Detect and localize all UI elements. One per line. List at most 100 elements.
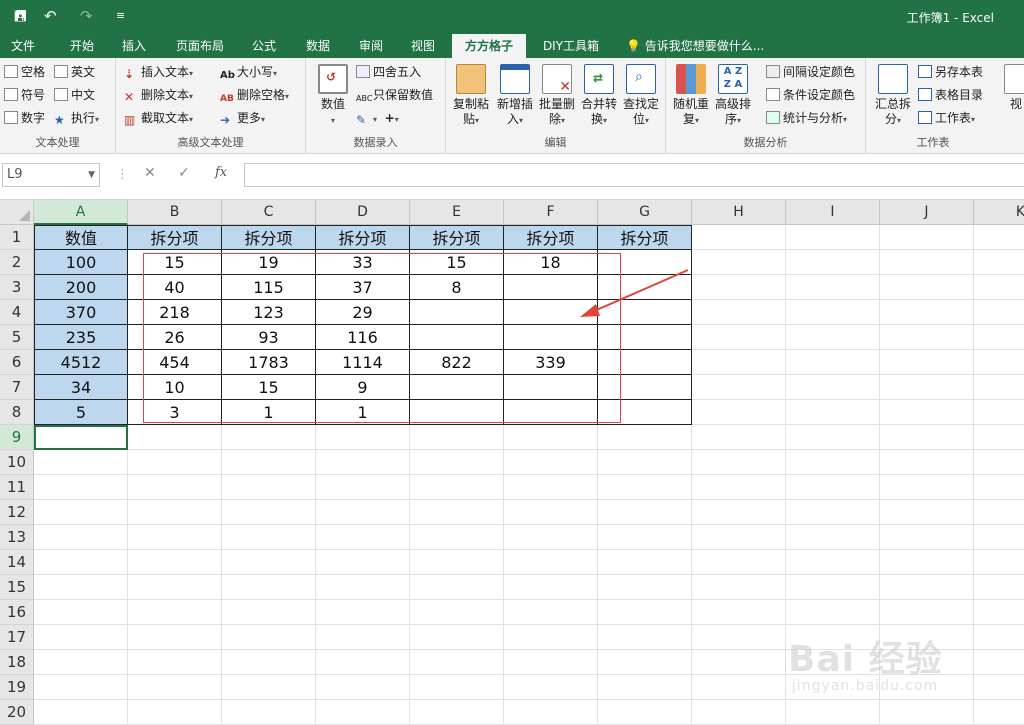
row-header-11[interactable]: 11 [0, 475, 34, 500]
cell-f7[interactable] [504, 375, 598, 400]
cell-k1[interactable] [974, 225, 1024, 250]
cell-d2[interactable]: 33 [316, 250, 410, 275]
cell-e12[interactable] [410, 500, 504, 525]
cell-i8[interactable] [786, 400, 880, 425]
sheet-index-button[interactable]: 表格目录 [918, 85, 983, 105]
cell-g20[interactable] [598, 700, 692, 725]
cell-e13[interactable] [410, 525, 504, 550]
column-header-k[interactable]: K [974, 200, 1024, 225]
cell-d7[interactable]: 9 [316, 375, 410, 400]
tab-view[interactable]: 视图 [401, 34, 445, 58]
cell-g13[interactable] [598, 525, 692, 550]
save-icon[interactable]: 🖪 [14, 6, 27, 26]
cell-f9[interactable] [504, 425, 598, 450]
interval-color-button[interactable]: 间隔设定颜色 [766, 62, 855, 82]
tell-me-box[interactable]: 💡 告诉我您想要做什么... [626, 34, 764, 58]
cancel-icon[interactable]: ✕ [144, 165, 156, 181]
cell-h16[interactable] [692, 600, 786, 625]
cell-a12[interactable] [34, 500, 128, 525]
column-header-j[interactable]: J [880, 200, 974, 225]
cell-h2[interactable] [692, 250, 786, 275]
cell-f13[interactable] [504, 525, 598, 550]
row-header-18[interactable]: 18 [0, 650, 34, 675]
row-header-15[interactable]: 15 [0, 575, 34, 600]
cell-e16[interactable] [410, 600, 504, 625]
cell-e7[interactable] [410, 375, 504, 400]
cell-f15[interactable] [504, 575, 598, 600]
cell-b12[interactable] [128, 500, 222, 525]
cell-b15[interactable] [128, 575, 222, 600]
cell-e5[interactable] [410, 325, 504, 350]
cell-j6[interactable] [880, 350, 974, 375]
cell-b19[interactable] [128, 675, 222, 700]
cell-i15[interactable] [786, 575, 880, 600]
cell-a15[interactable] [34, 575, 128, 600]
cell-b4[interactable]: 218 [128, 300, 222, 325]
column-header-a[interactable]: A [34, 200, 128, 225]
row-header-7[interactable]: 7 [0, 375, 34, 400]
cell-b20[interactable] [128, 700, 222, 725]
cell-f17[interactable] [504, 625, 598, 650]
cell-e8[interactable] [410, 400, 504, 425]
cell-d10[interactable] [316, 450, 410, 475]
cell-j9[interactable] [880, 425, 974, 450]
row-header-16[interactable]: 16 [0, 600, 34, 625]
column-header-i[interactable]: I [786, 200, 880, 225]
cell-f20[interactable] [504, 700, 598, 725]
cell-j12[interactable] [880, 500, 974, 525]
cell-f12[interactable] [504, 500, 598, 525]
cell-a4[interactable]: 370 [34, 300, 128, 325]
case-button[interactable]: Ab 大小写▾ [220, 62, 277, 82]
cell-b7[interactable]: 10 [128, 375, 222, 400]
cell-k11[interactable] [974, 475, 1024, 500]
cell-f5[interactable] [504, 325, 598, 350]
name-box[interactable]: L9 ▼ [2, 163, 100, 187]
enter-icon[interactable]: ✓ [178, 165, 190, 181]
entry-more-button[interactable]: ✎ ▾ +▾ [356, 108, 399, 128]
cell-b16[interactable] [128, 600, 222, 625]
column-header-g[interactable]: G [598, 200, 692, 225]
cell-f8[interactable] [504, 400, 598, 425]
cell-h17[interactable] [692, 625, 786, 650]
cell-b10[interactable] [128, 450, 222, 475]
row-header-1[interactable]: 1 [0, 225, 34, 250]
cell-g1[interactable]: 拆分项 [598, 225, 692, 250]
cell-a1[interactable]: 数值 [34, 225, 128, 250]
cell-i14[interactable] [786, 550, 880, 575]
row-header-8[interactable]: 8 [0, 400, 34, 425]
column-header-h[interactable]: H [692, 200, 786, 225]
cell-a10[interactable] [34, 450, 128, 475]
cell-k5[interactable] [974, 325, 1024, 350]
checkbox-chinese[interactable]: 中文 [54, 85, 95, 105]
cell-e11[interactable] [410, 475, 504, 500]
cell-d8[interactable]: 1 [316, 400, 410, 425]
cell-c10[interactable] [222, 450, 316, 475]
cell-d16[interactable] [316, 600, 410, 625]
cell-e19[interactable] [410, 675, 504, 700]
cell-a2[interactable]: 100 [34, 250, 128, 275]
cell-a18[interactable] [34, 650, 128, 675]
cell-k9[interactable] [974, 425, 1024, 450]
cell-d9[interactable] [316, 425, 410, 450]
cell-e18[interactable] [410, 650, 504, 675]
cell-d17[interactable] [316, 625, 410, 650]
row-header-6[interactable]: 6 [0, 350, 34, 375]
cell-e15[interactable] [410, 575, 504, 600]
delete-text-button[interactable]: ✕ 删除文本▾ [124, 85, 193, 105]
more-button[interactable]: ➔ 更多▾ [220, 108, 265, 128]
cell-d3[interactable]: 37 [316, 275, 410, 300]
cell-h12[interactable] [692, 500, 786, 525]
cell-i7[interactable] [786, 375, 880, 400]
cell-h1[interactable] [692, 225, 786, 250]
cell-h8[interactable] [692, 400, 786, 425]
advanced-sort-button[interactable]: A ZZ A 高级排序▾ [712, 64, 754, 128]
tab-file[interactable]: 文件 [0, 34, 46, 58]
cell-h20[interactable] [692, 700, 786, 725]
cell-b8[interactable]: 3 [128, 400, 222, 425]
cell-g5[interactable] [598, 325, 692, 350]
cell-h11[interactable] [692, 475, 786, 500]
cell-a17[interactable] [34, 625, 128, 650]
cell-c19[interactable] [222, 675, 316, 700]
cell-h9[interactable] [692, 425, 786, 450]
column-header-d[interactable]: D [316, 200, 410, 225]
